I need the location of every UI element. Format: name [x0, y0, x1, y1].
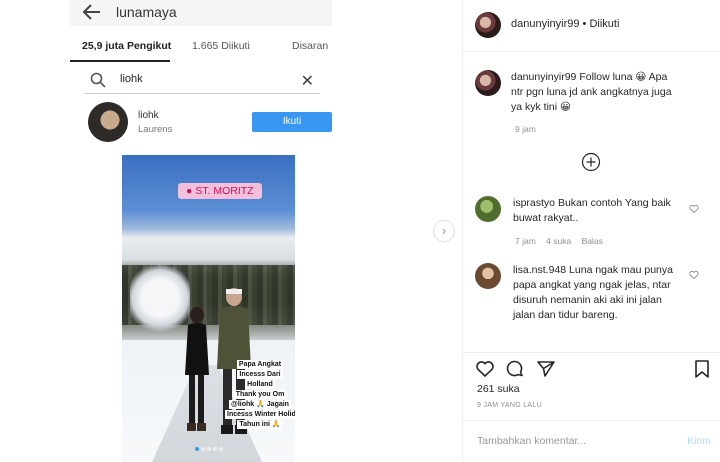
search-icon	[90, 72, 106, 88]
caption-line: Papa Angkat	[236, 360, 284, 369]
person-woman	[185, 307, 209, 431]
caption-line: Holland	[245, 380, 275, 389]
heart-icon[interactable]	[689, 204, 699, 214]
caption-line: Thank you Om	[233, 390, 287, 399]
tab-following: 1.665 Diikuti	[192, 40, 250, 52]
caption-text: danunyinyir99 Follow luna 😀 Apa ntr pgn …	[511, 70, 681, 115]
caption-time: 9 jam	[515, 124, 536, 134]
comment-text: lisa.nst.948 Luna ngak mau punya papa an…	[513, 263, 683, 323]
bookmark-icon[interactable]	[692, 359, 712, 379]
comment-username[interactable]: isprastyo	[513, 197, 555, 209]
caption-line: Incesss Dari	[237, 370, 283, 379]
likes-count[interactable]: 261 suka	[477, 383, 520, 395]
comment-icon[interactable]	[505, 359, 525, 379]
carousel-dots	[122, 438, 295, 456]
location-sticker: ● ST. MORITZ	[178, 183, 262, 199]
tab-followers: 25,9 juta Pengikut	[82, 40, 172, 52]
follow-state-button[interactable]: Diikuti	[589, 18, 619, 30]
post-panel: danunyinyir99 • Diikuti danunyinyir99 Fo…	[462, 0, 720, 462]
header-separator: •	[579, 18, 590, 30]
comments-list: danunyinyir99 Follow luna 😀 Apa ntr pgn …	[463, 52, 720, 352]
embedded-screenshot: lunamaya 25,9 juta Pengikut 1.665 Diikut…	[70, 0, 332, 462]
avatar[interactable]	[475, 196, 501, 222]
next-arrow-icon[interactable]: ›	[433, 220, 455, 242]
close-icon: ✕	[300, 73, 314, 90]
comment-text: isprastyo Bukan contoh Yang baik buwat r…	[513, 196, 673, 226]
post-media: lunamaya 25,9 juta Pengikut 1.665 Diikut…	[0, 0, 462, 462]
tab-underline	[70, 60, 170, 62]
story-caption: Papa Angkat Incesss Dari Holland Thank y…	[225, 360, 295, 430]
comment-likes[interactable]: 4 suka	[546, 236, 571, 246]
profile-name: lunamaya	[116, 4, 177, 20]
result-follow-button: Ikuti	[252, 112, 332, 132]
location-pin-icon: ●	[186, 185, 196, 197]
post-timestamp: 9 JAM YANG LALU	[477, 402, 542, 409]
carousel-dot	[218, 447, 223, 451]
profile-topbar: lunamaya	[70, 0, 332, 26]
comment-time: 7 jam	[515, 236, 536, 246]
carousel-dot	[200, 447, 205, 451]
reply-button[interactable]: Balas	[582, 236, 603, 246]
snowy-tree	[130, 263, 190, 333]
comment-username[interactable]: lisa.nst.948	[513, 264, 566, 276]
caption-username[interactable]: danunyinyir99	[511, 71, 576, 83]
carousel-dot	[194, 447, 199, 451]
plus-circle-icon[interactable]	[581, 152, 601, 172]
search-bar: liohk ✕	[84, 68, 320, 94]
carousel-dot	[212, 447, 217, 451]
post-header: danunyinyir99 • Diikuti	[463, 0, 720, 52]
search-query: liohk	[120, 73, 143, 85]
heart-icon[interactable]	[689, 270, 699, 280]
story-image: ● ST. MORITZ Papa Angkat Incesss Dari Ho…	[122, 155, 295, 462]
carousel-dot	[206, 447, 211, 451]
post-comment-button[interactable]: Kirim	[687, 435, 711, 447]
avatar[interactable]	[475, 263, 501, 289]
caption-line: Incesss Winter Holiday	[225, 410, 295, 419]
avatar[interactable]	[475, 12, 501, 38]
comment-form: Kirim	[463, 420, 720, 462]
caption-line: @liohk 🙏 Jagain	[229, 400, 291, 409]
author-username[interactable]: danunyinyir99	[511, 18, 580, 30]
tab-suggested: Disaran	[292, 40, 329, 52]
avatar	[88, 102, 128, 142]
result-full-name: Laurens	[138, 124, 173, 135]
search-result: liohk Laurens Ikuti	[84, 100, 332, 144]
caption-line: Tahun ini 🙏	[237, 420, 283, 429]
action-bar	[463, 352, 720, 382]
result-username: liohk	[138, 110, 159, 121]
back-arrow-icon	[82, 4, 100, 20]
follow-tabs: 25,9 juta Pengikut 1.665 Diikuti Disaran	[70, 34, 332, 62]
comment-meta: 7 jam 4 suka Balas	[515, 236, 603, 246]
comment-input[interactable]	[477, 435, 667, 447]
share-icon[interactable]	[536, 359, 556, 379]
post-author: danunyinyir99 • Diikuti	[511, 18, 619, 30]
avatar[interactable]	[475, 70, 501, 96]
location-name: ST. MORITZ	[195, 185, 254, 197]
heart-icon[interactable]	[475, 359, 495, 379]
